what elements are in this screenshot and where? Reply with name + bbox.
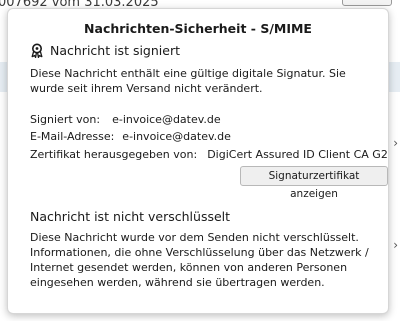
signature-heading-row: Nachricht ist signiert <box>30 43 180 58</box>
chevron-down-icon: ⌄ <box>362 0 370 1</box>
scroll-indicator-icon: › <box>393 238 398 252</box>
encryption-heading: Nachricht ist nicht verschlüsselt <box>30 209 231 224</box>
signature-description: Diese Nachricht enthält eine gültige dig… <box>30 67 346 95</box>
issuer-label: Zertifikat herausgegeben von: <box>30 148 198 161</box>
email-value: e-invoice@datev.de <box>122 130 231 143</box>
popup-title: Nachrichten-Sicherheit - S/MIME <box>84 21 312 36</box>
award-ribbon-icon <box>30 43 44 58</box>
issuer-row: Zertifikat herausgegeben von: DigiCert As… <box>30 148 388 161</box>
signed-by-label: Signiert von: <box>30 113 101 126</box>
view-certificate-button[interactable]: Signaturzertifikat anzeigen <box>240 166 388 200</box>
header-dropdown-button[interactable]: ⌄ <box>342 0 392 6</box>
scroll-indicator-icon: › <box>393 136 398 150</box>
signature-heading: Nachricht ist signiert <box>50 43 180 58</box>
issuer-value: DigiCert Assured ID Client CA G2 <box>207 148 388 161</box>
encryption-description: Diese Nachricht wurde vor dem Senden nic… <box>30 231 369 289</box>
signed-by-row: Signiert von: e-invoice@datev.de <box>30 113 221 126</box>
email-label: E-Mail-Adresse: <box>30 130 115 143</box>
email-row: E-Mail-Adresse: e-invoice@datev.de <box>30 130 231 143</box>
security-info-popup: Nachrichten-Sicherheit - S/MIME Nachrich… <box>7 8 389 314</box>
signed-by-value: e-invoice@datev.de <box>112 113 221 126</box>
